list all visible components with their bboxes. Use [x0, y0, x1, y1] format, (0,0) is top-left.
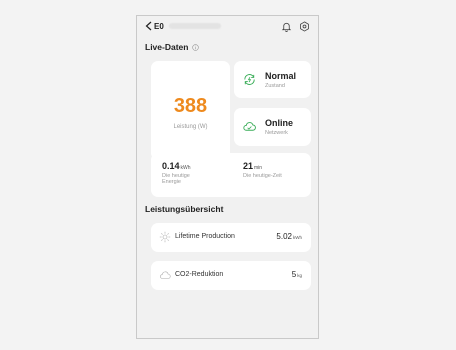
bell-icon[interactable] [281, 21, 292, 32]
network-main-text: Online [265, 118, 294, 128]
co2-reduction-label: CO2-Reduktion [175, 271, 224, 278]
lifetime-production-row[interactable]: Lifetime Production 5.02kWh [151, 223, 311, 252]
live-data-title-text: Live-Daten [145, 42, 189, 52]
daily-energy-stat: 0.14kWh Die heutige Energie [162, 161, 191, 185]
device-name-redacted [168, 23, 221, 29]
daily-time-value: 21 [243, 161, 254, 171]
settings-gear-icon[interactable] [299, 21, 310, 32]
status-card: Normal Zustand [234, 61, 311, 98]
status-normal-icon [244, 74, 255, 85]
sun-icon [159, 231, 171, 243]
info-icon[interactable] [192, 43, 200, 51]
cloud-check-icon [243, 122, 256, 131]
app-screen: E0 Live-Daten 388 Leistung (W) Normal Zu… [136, 15, 319, 339]
back-button[interactable]: E0 [145, 21, 221, 31]
daily-stats-card: 0.14kWh Die heutige Energie 21min Die he… [151, 153, 311, 197]
daily-time-label: Die heutige-Zeit [243, 173, 282, 179]
power-label: Leistung (W) [173, 124, 208, 130]
daily-energy-unit: kWh [180, 165, 191, 171]
daily-energy-value: 0.14 [162, 161, 180, 171]
power-value: 388 [173, 95, 208, 117]
device-name: E0 [154, 21, 164, 31]
live-data-title: Live-Daten [145, 42, 200, 52]
power-card: 388 Leistung (W) [151, 61, 230, 160]
status-sub-text: Zustand [265, 83, 285, 89]
co2-reduction-row[interactable]: CO2-Reduktion 5kg [151, 261, 311, 290]
network-card: Online Netzwerk [234, 108, 311, 146]
network-sub-text: Netzwerk [265, 130, 288, 136]
lifetime-production-value: 5.02kWh [276, 232, 302, 241]
daily-time-stat: 21min Die heutige-Zeit [243, 161, 282, 179]
status-main-text: Normal [265, 71, 297, 81]
lifetime-production-label: Lifetime Production [175, 233, 235, 240]
daily-time-unit: min [254, 165, 263, 171]
daily-energy-label: Die heutige Energie [162, 173, 190, 185]
header: E0 [137, 16, 318, 38]
co2-reduction-value: 5kg [291, 270, 302, 279]
back-chevron-icon [145, 21, 152, 31]
overview-title: Leistungsübersicht [145, 204, 224, 214]
cloud-icon [160, 271, 171, 279]
